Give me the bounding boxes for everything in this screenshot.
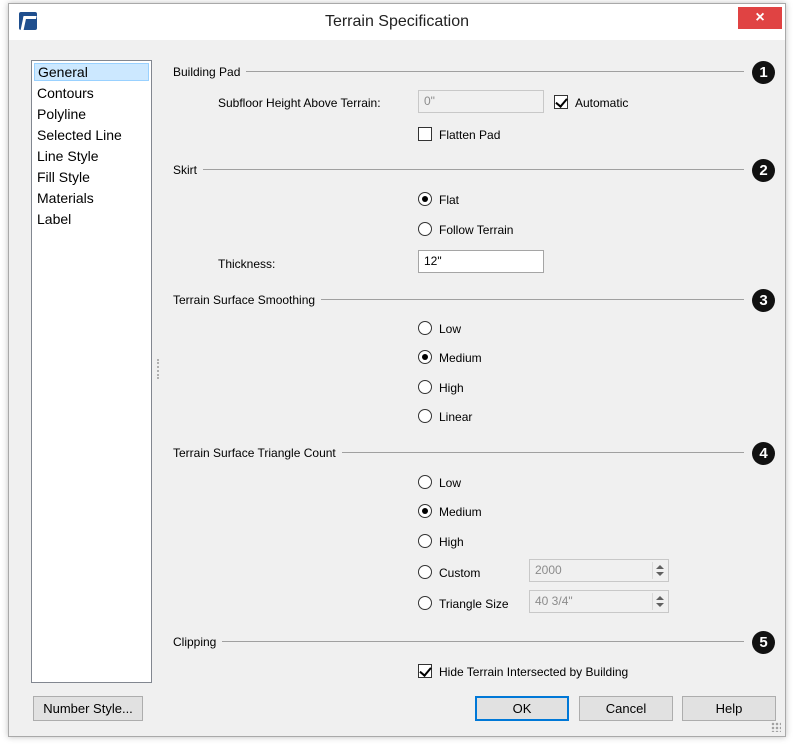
smoothing-high-radio[interactable] — [418, 380, 432, 394]
sidebar-item-fill-style[interactable]: Fill Style — [34, 168, 149, 186]
triangle-medium-label: Medium — [439, 505, 482, 519]
section-divider — [174, 71, 744, 72]
sidebar-item-label[interactable]: Label — [34, 210, 149, 228]
callout-badge-1: 1 — [752, 61, 775, 84]
smoothing-low-radio[interactable] — [418, 321, 432, 335]
flatten-pad-checkbox[interactable] — [418, 127, 432, 141]
number-style-button[interactable]: Number Style... — [33, 696, 143, 721]
help-button[interactable]: Help — [682, 696, 776, 721]
callout-badge-2: 2 — [752, 159, 775, 182]
subfloor-height-label: Subfloor Height Above Terrain: — [218, 96, 381, 110]
hide-terrain-label: Hide Terrain Intersected by Building — [439, 665, 629, 679]
smoothing-linear-label: Linear — [439, 410, 473, 424]
custom-count-value: 2000 — [535, 563, 562, 577]
triangle-size-label: Triangle Size — [439, 597, 509, 611]
callout-badge-4: 4 — [752, 442, 775, 465]
flatten-pad-label: Flatten Pad — [439, 128, 501, 142]
custom-count-spinner[interactable] — [652, 562, 666, 579]
clipping-title: Clipping — [173, 635, 223, 649]
building-pad-title: Building Pad — [173, 65, 247, 79]
sidebar-item-selected-line[interactable]: Selected Line — [34, 126, 149, 144]
hide-terrain-checkbox[interactable] — [418, 664, 432, 678]
automatic-label: Automatic — [575, 96, 629, 110]
custom-count-field[interactable]: 2000 — [529, 559, 669, 582]
smoothing-linear-radio[interactable] — [418, 409, 432, 423]
triangle-custom-radio[interactable] — [418, 565, 432, 579]
sidebar-item-contours[interactable]: Contours — [34, 84, 149, 102]
panel-splitter[interactable] — [157, 359, 159, 379]
callout-badge-5: 5 — [752, 631, 775, 654]
smoothing-medium-radio[interactable] — [418, 350, 432, 364]
triangle-size-value: 40 3/4" — [535, 594, 573, 608]
cancel-button[interactable]: Cancel — [579, 696, 673, 721]
window-title: Terrain Specification — [324, 13, 470, 30]
triangle-count-title: Terrain Surface Triangle Count — [173, 446, 342, 460]
triangle-size-spinner[interactable] — [652, 593, 666, 610]
smoothing-high-label: High — [439, 381, 464, 395]
triangle-size-radio[interactable] — [418, 596, 432, 610]
triangle-high-label: High — [439, 535, 464, 549]
skirt-flat-radio[interactable] — [418, 192, 432, 206]
skirt-follow-terrain-radio[interactable] — [418, 222, 432, 236]
triangle-custom-label: Custom — [439, 566, 481, 580]
section-divider — [174, 169, 744, 170]
skirt-follow-terrain-label: Follow Terrain — [439, 223, 514, 237]
terrain-specification-dialog: Terrain Specification × General Contours… — [8, 3, 786, 737]
automatic-checkbox[interactable] — [554, 95, 568, 109]
close-button[interactable]: × — [738, 7, 782, 29]
smoothing-medium-label: Medium — [439, 351, 482, 365]
triangle-low-label: Low — [439, 476, 462, 490]
smoothing-low-label: Low — [439, 322, 462, 336]
category-list[interactable]: General Contours Polyline Selected Line … — [31, 60, 152, 683]
title-bar[interactable]: Terrain Specification × — [9, 4, 785, 40]
smoothing-title: Terrain Surface Smoothing — [173, 293, 322, 307]
triangle-high-radio[interactable] — [418, 534, 432, 548]
skirt-flat-label: Flat — [439, 193, 460, 207]
triangle-low-radio[interactable] — [418, 475, 432, 489]
subfloor-height-field[interactable]: 0" — [418, 90, 544, 113]
sidebar-item-general[interactable]: General — [34, 63, 149, 81]
resize-grip[interactable] — [771, 722, 781, 732]
thickness-field[interactable]: 12" — [418, 250, 544, 273]
ok-button[interactable]: OK — [475, 696, 569, 721]
callout-badge-3: 3 — [752, 289, 775, 312]
sidebar-item-line-style[interactable]: Line Style — [34, 147, 149, 165]
sidebar-item-polyline[interactable]: Polyline — [34, 105, 149, 123]
section-divider — [174, 641, 744, 642]
skirt-title: Skirt — [173, 163, 203, 177]
sidebar-item-materials[interactable]: Materials — [34, 189, 149, 207]
triangle-medium-radio[interactable] — [418, 504, 432, 518]
triangle-size-field[interactable]: 40 3/4" — [529, 590, 669, 613]
thickness-label: Thickness: — [218, 257, 276, 271]
